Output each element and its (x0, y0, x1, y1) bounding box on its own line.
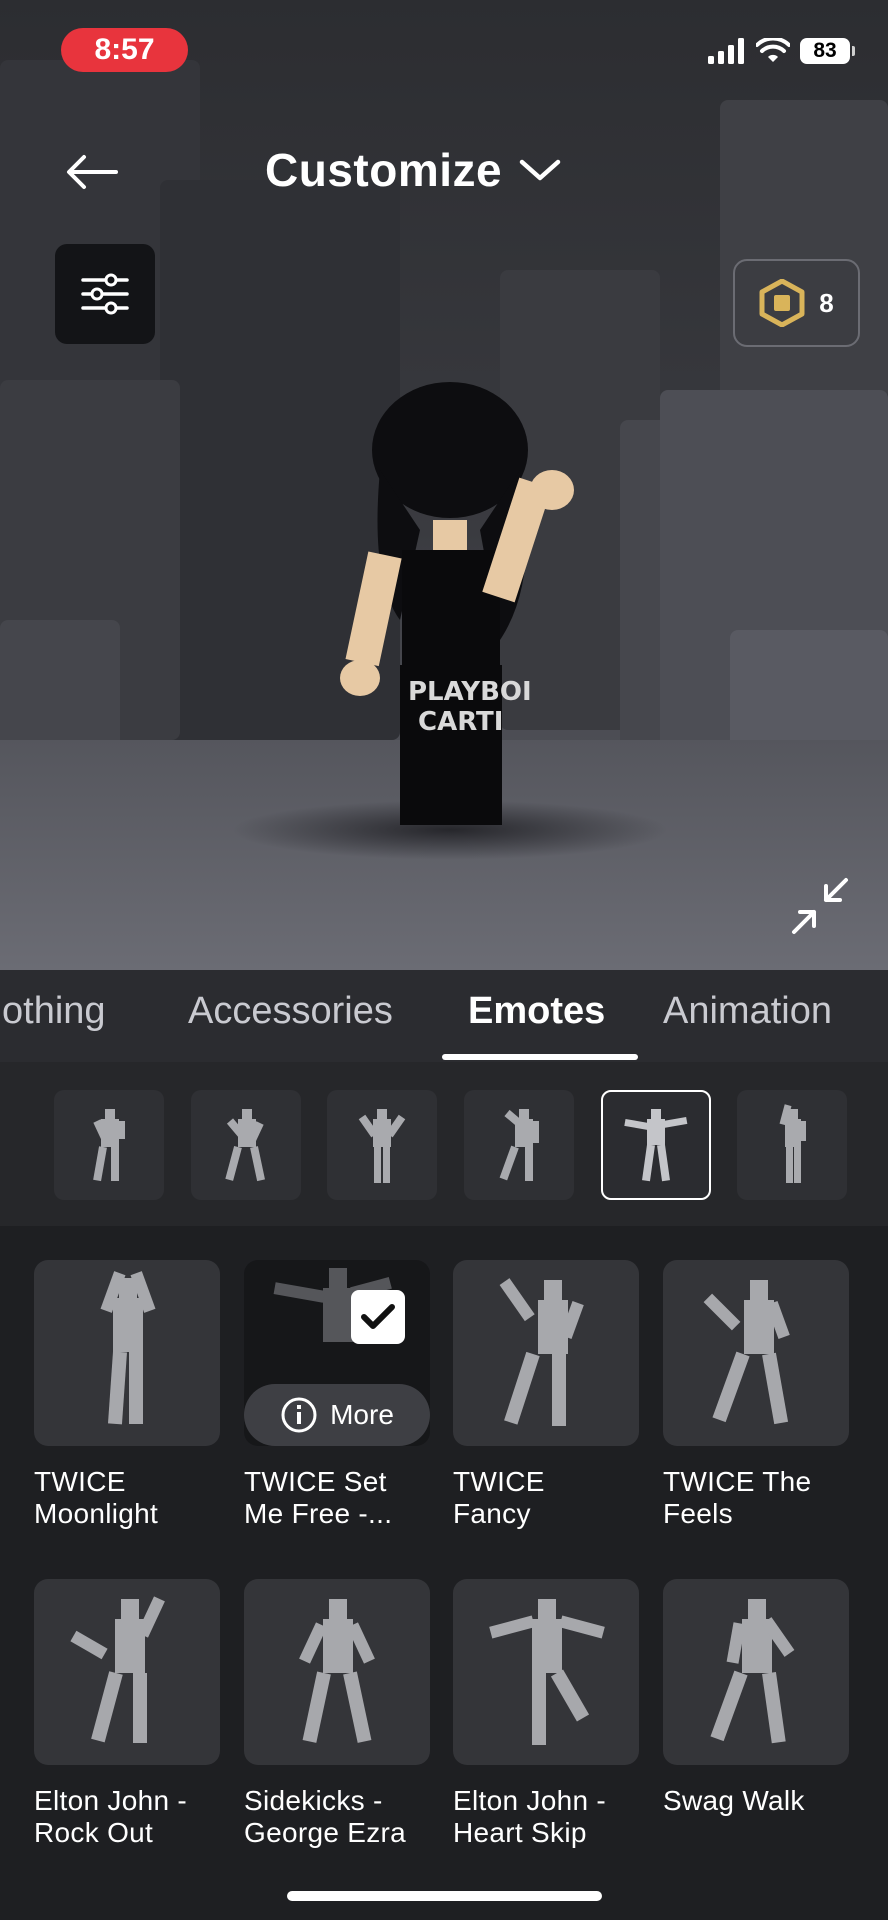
info-icon (281, 1397, 317, 1433)
status-time: 8:57 (61, 28, 188, 72)
emote-thumbnail (453, 1579, 639, 1765)
wifi-icon (756, 38, 790, 62)
emote-label: Elton John - Heart Skip (453, 1785, 607, 1848)
avatar-model[interactable]: PLAYBOI CARTI (300, 380, 600, 860)
home-indicator[interactable] (287, 1891, 602, 1901)
tab-accessories[interactable]: Accessories (188, 990, 393, 1033)
tab-emotes[interactable]: Emotes (468, 990, 605, 1033)
emote-card[interactable]: Elton John - Rock Out (34, 1579, 220, 1849)
emote-card[interactable]: TWICE Fancy (453, 1260, 639, 1530)
emote-thumbnail (663, 1579, 849, 1765)
emote-thumbnail (34, 1260, 220, 1446)
checkmark-icon (361, 1304, 395, 1329)
emote-figure-icon (779, 1104, 806, 1183)
emote-figure-icon (225, 1109, 265, 1182)
avatar-viewport[interactable]: PLAYBOI CARTI 8:57 83 Customize 8 (0, 0, 888, 970)
collapse-view-button[interactable] (786, 872, 854, 940)
active-tab-indicator (442, 1054, 638, 1060)
chevron-down-icon (519, 159, 561, 181)
more-info-button[interactable]: More (244, 1384, 430, 1446)
scenery-block (0, 620, 120, 760)
emote-slot-5[interactable] (601, 1090, 711, 1200)
robux-count: 8 (819, 287, 834, 318)
back-button[interactable] (62, 142, 122, 202)
robux-icon (759, 279, 805, 327)
back-arrow-icon (67, 155, 118, 189)
svg-text:CARTI: CARTI (418, 707, 503, 737)
collapse-arrows-icon (792, 878, 848, 934)
scenery-block (720, 100, 888, 400)
emote-figure-icon (70, 1596, 165, 1743)
page-title: Customize (265, 144, 503, 196)
emote-label: TWICE The Feels (663, 1466, 812, 1529)
emote-card[interactable]: Swag Walk (663, 1579, 849, 1817)
emote-slot-6[interactable] (737, 1090, 847, 1200)
emote-card[interactable]: Sidekicks - George Ezra (244, 1579, 430, 1849)
customize-dropdown[interactable]: Customize (265, 140, 562, 200)
emote-card-equipped[interactable]: More TWICE Set Me Free -... (244, 1260, 430, 1530)
emote-figure-icon (499, 1278, 584, 1426)
emote-figure-icon (710, 1599, 795, 1744)
sliders-icon (81, 273, 129, 315)
emote-thumbnail: More (244, 1260, 430, 1446)
svg-text:PLAYBOI: PLAYBOI (408, 677, 532, 707)
emote-figure-icon (100, 1271, 156, 1425)
emote-card[interactable]: TWICE Moonlight (34, 1260, 220, 1530)
status-icons: 83 (708, 38, 855, 64)
emote-label: TWICE Moonlight (34, 1466, 159, 1529)
emote-label: Sidekicks - George Ezra (244, 1785, 407, 1848)
emote-label: Elton John - Rock Out (34, 1785, 188, 1848)
emote-figure-icon (93, 1109, 125, 1182)
emote-card[interactable]: TWICE The Feels (663, 1260, 849, 1530)
emote-slot-3[interactable] (327, 1090, 437, 1200)
tab-animation[interactable]: Animation (663, 990, 832, 1033)
emote-figure-icon (624, 1109, 688, 1182)
emote-slot-4[interactable] (464, 1090, 574, 1200)
emote-figure-icon (299, 1599, 375, 1743)
equipped-checkbox[interactable] (351, 1290, 405, 1344)
emote-thumbnail (34, 1579, 220, 1765)
emote-figure-icon (358, 1109, 406, 1183)
emote-card[interactable]: Elton John - Heart Skip (453, 1579, 639, 1849)
robux-balance-button[interactable]: 8 (733, 259, 860, 347)
emote-label: TWICE Set Me Free -... (244, 1466, 393, 1529)
tab-clothing[interactable]: othing (2, 990, 106, 1033)
battery-indicator: 83 (800, 38, 855, 64)
emote-thumbnail (453, 1260, 639, 1446)
emote-label: TWICE Fancy (453, 1466, 545, 1529)
more-label: More (330, 1399, 394, 1430)
category-tabs: othing Accessories Emotes Animation (0, 970, 888, 1062)
filter-button[interactable] (55, 244, 155, 344)
emote-thumbnail (663, 1260, 849, 1446)
emote-figure-icon (703, 1280, 790, 1425)
emote-slot-2[interactable] (191, 1090, 301, 1200)
emote-figure-icon (499, 1109, 539, 1181)
emote-label: Swag Walk (663, 1785, 805, 1816)
signal-icon (708, 38, 744, 64)
emote-slot-1[interactable] (54, 1090, 164, 1200)
emote-thumbnail (244, 1579, 430, 1765)
emote-figure-icon (489, 1599, 605, 1745)
